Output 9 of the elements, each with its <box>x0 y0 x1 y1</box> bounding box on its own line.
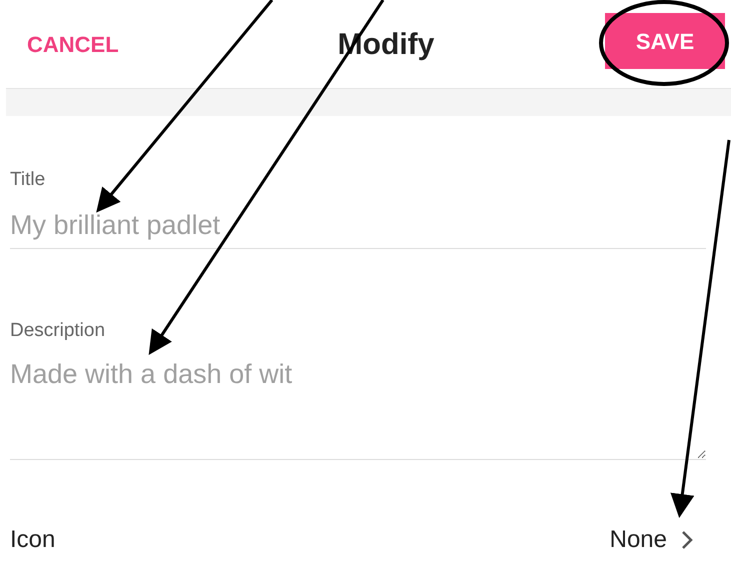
title-field[interactable]: My brilliant padlet <box>10 203 706 249</box>
icon-label: Icon <box>10 525 56 555</box>
description-field[interactable]: Made with a dash of wit <box>10 354 706 460</box>
chevron-right-icon <box>681 530 693 550</box>
icon-value[interactable]: None <box>610 522 667 558</box>
title-label: Title <box>10 170 46 189</box>
description-label: Description <box>10 321 106 340</box>
save-button[interactable]: SAVE <box>605 13 725 69</box>
cancel-button[interactable]: CANCEL <box>27 28 167 60</box>
